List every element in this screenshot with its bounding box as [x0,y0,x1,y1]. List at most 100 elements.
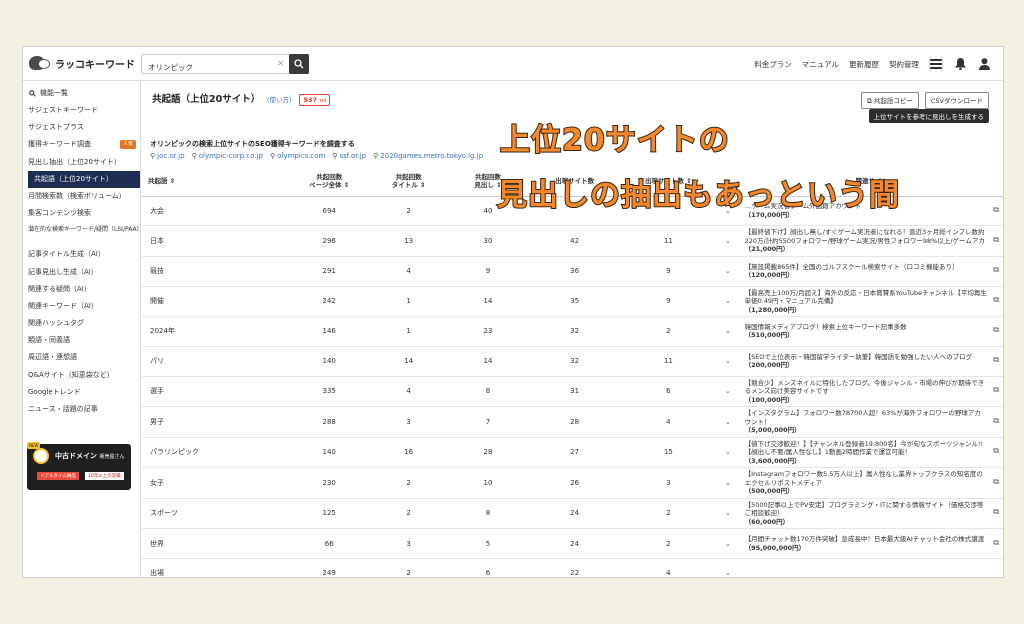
cell-related-site[interactable]: 【施設掲載865件】全国のゴルフスクール検索サイト（口コミ機能あり） （120,0… [740,256,1003,287]
sidebar-item-2[interactable]: 獲得キーワード調査 人気 [23,136,140,153]
external-link-icon[interactable]: ⧉ [993,447,999,456]
nav-pricing[interactable]: 料金プラン [754,59,792,70]
sidebar-item-3[interactable]: 見出し抽出（上位20サイト） [23,154,140,171]
related-site-title[interactable]: 【5000記事以上でPV安定】プログラミング・ITに関する情報サイト（価格交渉等… [745,501,999,518]
domain-shop-banner[interactable]: NEW 中古ドメイン 販売屋さん リアルタイム納品 10年以上の実績 [27,442,131,490]
external-link-icon[interactable]: ⧉ [993,538,999,548]
external-link-icon[interactable]: ⧉ [993,236,999,245]
expand-chevron-icon[interactable]: ⌄ [715,256,741,287]
external-link-icon[interactable]: ⧉ [993,386,999,395]
copy-cooccurrence-button[interactable]: ⧉ 共起語コピー [861,92,919,109]
expand-chevron-icon[interactable]: ⌄ [715,406,741,438]
sidebar-item-17[interactable]: ニュース・話題の記事 [23,401,140,418]
generate-headings-button[interactable]: 上位サイトを参考に見出しを生成する [868,109,989,123]
sidebar-item-9[interactable]: 記事見出し生成（AI） [23,264,140,281]
related-site-title[interactable]: 【最高売上100万/月超え】海外の反応・日本賞賛系YouTubeチャンネル【平均… [745,289,999,306]
related-site-title[interactable]: 【値下げ交渉歓迎！】【チャンネル登録者19,800名】今が旬なスポーツジャンル!… [745,440,999,457]
sidebar-item-5[interactable]: 月間検索数（検索ボリューム） [23,188,140,205]
external-link-icon[interactable]: ⧉ [993,416,999,426]
related-site-price: （200,000円） [744,361,794,370]
related-site-title[interactable]: 【月間チャット数170万件突破】急成長中！日本最大級AIチャット会社の株式譲渡 [745,535,999,544]
csv-download-button[interactable]: CSVダウンロード [924,92,989,109]
external-link-icon[interactable]: ⧉ [993,326,999,335]
expand-chevron-icon[interactable]: ⌄ [715,467,741,499]
cell-site-count-2: 9 [621,286,716,318]
cell-related-site[interactable]: 【競合少】メンズネイルに特化したブログ。今後ジャンル・市場の伸びが期待できるメン… [740,376,1003,408]
search-button[interactable] [289,54,309,74]
site-link[interactable]: ⚲ 2020games.metro.tokyo.lg.jp [373,152,483,160]
external-link-icon[interactable]: ⧉ [993,266,999,275]
expand-chevron-icon[interactable]: ⌄ [715,346,741,377]
bell-icon[interactable] [953,57,967,71]
sidebar-item-6[interactable]: 集客コンテンツ検索 [23,205,140,222]
user-icon[interactable] [977,57,991,71]
sidebar-item-12[interactable]: 関連ハッシュタグ [23,315,140,332]
related-site-title[interactable]: 【Instagramフォロワー数5.5万人以上】属人性なし業界トップクラスの知名… [745,470,999,487]
search-icon [294,59,304,69]
sidebar-item-0[interactable]: サジェストキーワード [23,102,140,119]
site-link[interactable]: ⚲ olympics.com [270,152,325,160]
expand-chevron-icon[interactable]: ⌄ [715,558,741,577]
cell-title-count: 3 [368,528,449,559]
expand-chevron-icon[interactable]: ⌄ [715,316,741,347]
external-link-icon[interactable]: ⧉ [993,356,999,365]
logo[interactable]: ラッコキーワード [29,54,135,72]
related-site-title[interactable]: 【SEOで上位表示・韓国留学ライター執筆】韓国語を勉強したい人へのブログ [745,353,999,362]
cell-site-count-2: 3 [621,467,716,499]
expand-chevron-icon[interactable]: ⌄ [715,528,741,559]
cell-related-site[interactable]: 【月間チャット数170万件突破】急成長中！日本最大級AIチャット会社の株式譲渡（… [740,528,1003,559]
nav-contract[interactable]: 契約管理 [889,59,919,70]
col-title-count[interactable]: 共起回数 タイトル ⇕ [368,166,449,197]
table-row: 競技 291 4 9 36 9 ⌄ 【施設掲載865件】全国のゴルフスクール検索サイト（口コミ… [142,256,1003,287]
site-link[interactable]: ⚲ ssf.or.jp [332,152,366,160]
related-site-title[interactable]: 【施設掲載865件】全国のゴルフスクール検索サイト（口コミ機能あり） [745,263,999,272]
search-icon [29,89,36,97]
sidebar-item-10[interactable]: 関連する疑問（AI） [23,281,140,298]
col-keyword[interactable]: 共起語 ⇕ [142,166,290,197]
cell-related-site[interactable]: 【値下げ交渉歓迎！】【チャンネル登録者19,800名】今が旬なスポーツジャンル!… [740,437,1003,469]
sidebar-item-4[interactable]: 共起語（上位20サイト） [28,170,140,188]
cell-related-site[interactable]: 韓国情報メディアブログ！検索上位キーワード記事多数 （510,000円） ⧉ [740,316,1003,347]
how-to-link[interactable]: （使い方） [266,96,295,104]
external-link-icon[interactable]: ⧉ [993,205,999,215]
expand-chevron-icon[interactable]: ⌄ [715,225,741,257]
related-site-title[interactable]: 韓国情報メディアブログ！検索上位キーワード記事多数 [745,323,999,332]
table-row: 男子 288 3 7 28 4 ⌄ 【インスタグラム】フォロワー数78700人超！63%が海外… [142,406,1003,438]
sidebar-item-14[interactable]: 周辺語・連想語 [23,349,140,366]
cell-related-site[interactable] [740,558,1003,577]
site-link[interactable]: ⚲ olympic-corp.co.jp [192,152,263,160]
col-page-count[interactable]: 共起回数 ページ全体 ⇕ [289,166,369,197]
popular-badge: 人気 [119,140,136,150]
cell-related-site[interactable]: 【インスタグラム】フォロワー数78700人超！63%が海外フォロワーの野球アカウ… [740,406,1003,438]
related-site-title[interactable]: 【競合少】メンズネイルに特化したブログ。今後ジャンル・市場の伸びが期待できるメン… [745,379,999,396]
search-input[interactable] [142,58,272,77]
sidebar-item-13[interactable]: 類語・同義語 [23,332,140,349]
sidebar-item-15[interactable]: Q&Aサイト（知恵袋など） [23,367,140,384]
site-link[interactable]: ⚲ joc.or.jp [150,152,185,160]
cell-related-site[interactable]: 【最高売上100万/月超え】海外の反応・日本賞賛系YouTubeチャンネル【平均… [740,286,1003,318]
nav-manual[interactable]: マニュアル [802,59,839,70]
cell-related-site[interactable]: 【最終値下げ】顔出し無し/すぐゲーム実況者になれる！直近3ヶ月総インプレ数約22… [740,225,1003,257]
sidebar-item-8[interactable]: 記事タイトル生成（AI） [23,246,140,263]
cell-related-site[interactable]: 【5000記事以上でPV安定】プログラミング・ITに関する情報サイト（価格交渉等… [740,498,1003,530]
external-link-icon[interactable]: ⧉ [993,508,999,517]
sidebar-item-11[interactable]: 関連キーワード（AI） [23,298,140,315]
clear-icon[interactable]: ✕ [277,59,284,68]
cell-related-site[interactable]: 【SEOで上位表示・韓国留学ライター執筆】韓国語を勉強したい人へのブログ （200… [740,346,1003,377]
expand-chevron-icon[interactable]: ⌄ [715,437,741,469]
expand-chevron-icon[interactable]: ⌄ [715,286,741,318]
expand-chevron-icon[interactable]: ⌄ [715,376,741,408]
sidebar-item-7[interactable]: 潜在的な検索キーワード/疑問（LSI/PAA） [23,222,143,246]
external-link-icon[interactable]: ⧉ [993,477,999,487]
cell-title-count: 4 [368,256,449,287]
related-site-title[interactable]: 【最終値下げ】顔出し無し/すぐゲーム実況者になれる！直近3ヶ月総インプレ数約22… [745,228,999,245]
menu-icon[interactable] [929,57,943,71]
nav-updates[interactable]: 更新履歴 [849,59,879,70]
sidebar-item-1[interactable]: サジェストプラス [23,119,140,136]
cell-title-count: 2 [368,498,449,530]
related-site-title[interactable]: 【インスタグラム】フォロワー数78700人超！63%が海外フォロワーの野球アカウ… [745,409,999,426]
external-link-icon[interactable]: ⧉ [993,296,999,305]
expand-chevron-icon[interactable]: ⌄ [715,498,741,530]
sidebar-item-16[interactable]: Googleトレンド [23,384,140,401]
cell-related-site[interactable]: 【Instagramフォロワー数5.5万人以上】属人性なし業界トップクラスの知名… [740,467,1003,499]
